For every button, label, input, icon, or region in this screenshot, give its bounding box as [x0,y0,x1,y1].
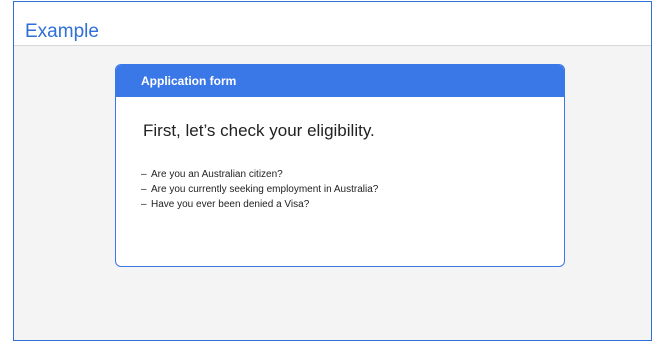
application-form-card: Application form First, let’s check your… [115,64,565,267]
question-item: – Are you currently seeking employment in… [141,182,378,197]
dash-bullet: – [141,199,147,210]
eligibility-heading: First, let’s check your eligibility. [143,121,375,140]
question-item: – Are you an Australian citizen? [141,167,378,182]
question-text: Are you currently seeking employment in … [151,184,379,195]
example-frame: Example Application form First, let’s ch… [13,1,652,341]
dash-bullet: – [141,169,147,180]
dash-bullet: – [141,184,147,195]
question-item: – Have you ever been denied a Visa? [141,197,378,212]
question-text: Are you an Australian citizen? [151,169,283,180]
card-header: Application form [116,65,564,97]
question-text: Have you ever been denied a Visa? [151,199,310,210]
example-header-bar: Example [14,2,651,46]
example-title: Example [25,21,99,42]
eligibility-question-list: – Are you an Australian citizen? – Are you… [141,167,378,212]
